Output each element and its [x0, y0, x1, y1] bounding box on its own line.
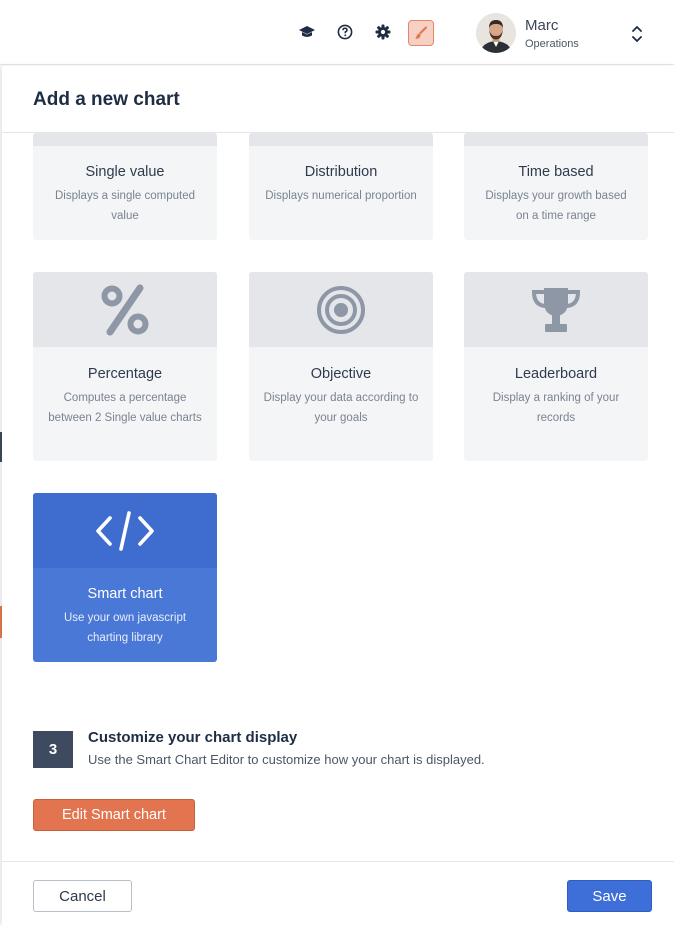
chart-type-leaderboard[interactable]: Leaderboard Display a ranking of your re… [464, 272, 648, 461]
target-icon [317, 285, 365, 334]
card-description: Displays a single computed value [55, 190, 195, 222]
card-description: Displays numerical proportion [265, 190, 417, 202]
card-title: Leaderboard [514, 366, 598, 382]
edit-smart-chart-button[interactable]: Edit Smart chart [33, 799, 195, 831]
user-name[interactable]: Marc [525, 17, 558, 34]
save-button[interactable]: Save [567, 880, 652, 912]
card-title: Objective [310, 366, 372, 382]
chart-type-time-based[interactable]: Time based Displays your growth based on… [464, 133, 648, 240]
help-icon[interactable] [335, 22, 355, 42]
card-description: Display a ranking of your records [492, 392, 620, 424]
card-title: Distribution [304, 164, 378, 180]
chart-type-smart-chart[interactable]: Smart chart Use your own javascript char… [33, 493, 217, 662]
card-description: Use your own javascript charting library [63, 612, 187, 644]
trophy-icon [531, 287, 581, 332]
card-description: Computes a percentage between 2 Single v… [48, 392, 202, 424]
chart-type-objective[interactable]: Objective Display your data according to… [249, 272, 433, 461]
page-title: Add a new chart [33, 89, 180, 110]
divider [2, 861, 674, 862]
step-number-badge: 3 [33, 731, 73, 768]
chart-type-percentage[interactable]: Percentage Computes a percentage between… [33, 272, 217, 461]
card-title: Time based [518, 164, 594, 180]
card-title: Percentage [87, 366, 163, 382]
user-role: Operations [525, 38, 579, 50]
code-icon [96, 510, 154, 551]
chart-type-single-value[interactable]: Single value Displays a single computed … [33, 133, 217, 240]
brush-icon [415, 26, 427, 39]
graduation-cap-icon[interactable] [297, 22, 317, 42]
card-description: Display your data according to your goal… [263, 392, 419, 424]
avatar[interactable] [476, 13, 516, 53]
brush-button[interactable] [408, 20, 434, 46]
add-chart-panel: Add a new chart Single value Displays a … [2, 66, 674, 925]
step-title: Customize your chart display [88, 729, 298, 746]
card-description: Displays your growth based on a time ran… [485, 190, 627, 222]
step-description: Use the Smart Chart Editor to customize … [88, 752, 485, 767]
percent-icon [101, 284, 149, 335]
gear-icon[interactable] [373, 22, 393, 42]
top-bar: Marc Operations [0, 0, 674, 65]
card-title: Smart chart [87, 586, 163, 602]
cancel-button[interactable]: Cancel [33, 880, 132, 912]
chart-type-distribution[interactable]: Distribution Displays numerical proporti… [249, 133, 433, 240]
chevron-up-down-icon[interactable] [628, 23, 646, 45]
card-title: Single value [85, 164, 165, 180]
